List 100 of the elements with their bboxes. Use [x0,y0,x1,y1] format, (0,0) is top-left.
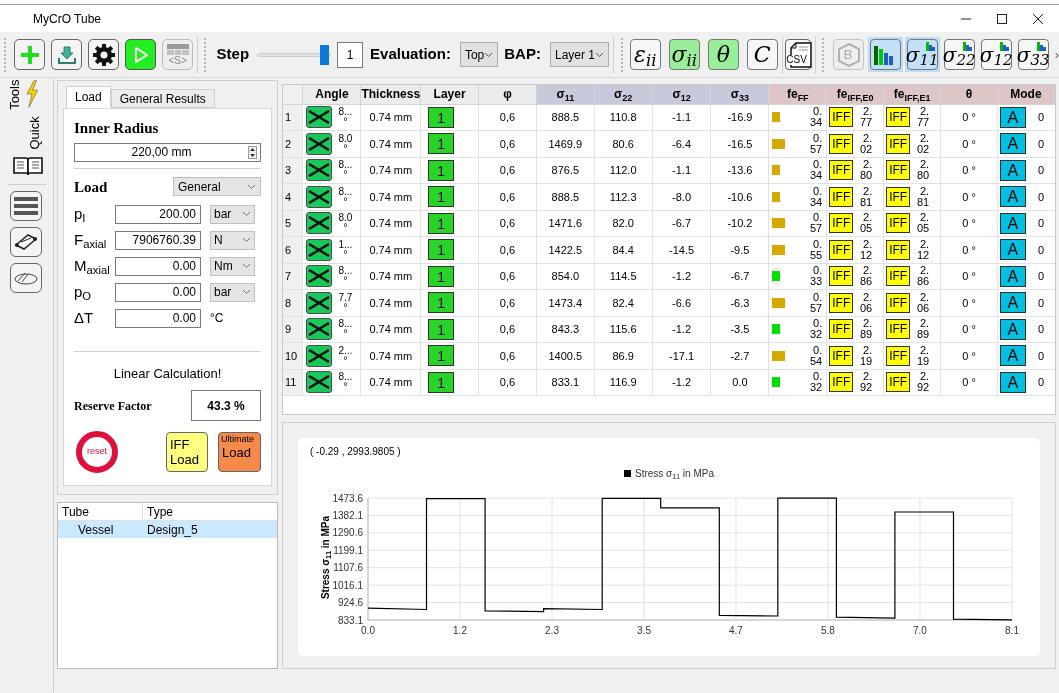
table-cell: 0.57 [809,212,823,235]
table-cell: 0.34 [809,159,823,182]
layer-button[interactable]: 1 [428,133,455,155]
layer-button[interactable]: 1 [428,265,455,287]
layer-button[interactable]: 1 [428,159,455,181]
slider-thumb[interactable] [319,44,329,65]
unit-dropdown[interactable]: bar [210,282,255,302]
layer-button[interactable]: 1 [428,371,455,393]
radius-spinbox[interactable]: 220,00 mm [74,142,261,162]
unit-dropdown[interactable]: bar [210,204,255,224]
bap-dropdown[interactable]: Layer 1 [549,42,609,67]
ultimate-load-button[interactable]: Ultimate Load [218,432,261,472]
layer-button[interactable]: 1 [428,212,455,234]
chart-button[interactable] [869,39,901,70]
table-cell: 1422.5 [536,236,595,263]
evaluation-label: Evaluation: [370,44,451,65]
mode-button[interactable]: A [999,318,1026,340]
input-field[interactable]: 0.00 [115,256,201,276]
angle-button[interactable] [306,185,333,208]
bar-chart-icon [999,42,1009,51]
mode-button[interactable]: A [999,345,1026,367]
iff-load-button[interactable]: IFF Load [166,432,208,472]
unit-dropdown[interactable]: Nm [210,256,255,276]
quick-tools-label[interactable]: Tools [6,79,22,120]
angle-button[interactable] [306,106,333,129]
angle-button[interactable] [306,344,333,367]
angle-button[interactable] [306,132,333,155]
view-toggle-button[interactable]: σ$_{ii}$ [668,39,700,70]
input-field[interactable]: 7906760.39 [115,230,201,250]
table-cell: 843.3 [536,316,595,343]
iff-badge: IFF [829,239,854,260]
mode-button[interactable]: A [999,186,1026,208]
table-cell: -6.7 [652,210,711,237]
table-cell: 2.06 [916,291,930,314]
layer-button[interactable]: 1 [428,345,455,367]
table-cell: 0.74 mm [360,289,421,316]
download-button[interactable] [51,39,83,70]
input-field[interactable]: 0.00 [115,308,201,328]
maximize-icon[interactable] [995,11,1009,26]
stress-button[interactable]: σ$_{33}$ [1017,39,1049,70]
mode-button[interactable]: A [999,239,1026,261]
view-toggle-button[interactable]: ε$_{ii}$ [629,39,661,70]
stress-button[interactable]: σ$_{22}$ [943,39,975,70]
view-toggle-button[interactable]: C [746,39,778,70]
add-button[interactable] [14,39,46,70]
column-header: σ$_{33}$ [711,85,769,104]
mode-button[interactable]: A [999,133,1026,155]
angle-button[interactable] [306,291,333,314]
table-cell: 115.6 [594,316,653,343]
iff-badge: IFF [829,319,854,340]
mode-button[interactable]: A [999,371,1026,393]
step-field[interactable]: 1 [337,41,364,68]
table-cell: 0.55 [809,238,823,261]
settings-button[interactable] [88,39,120,70]
layer-button[interactable]: 1 [428,239,455,261]
csv-export-button[interactable]: CSV [785,39,811,70]
angle-button[interactable] [306,159,333,182]
iff-badge: IFF [886,266,911,287]
table-cell: 833.1 [536,369,595,396]
layer-button[interactable]: 1 [428,186,455,208]
angle-button[interactable] [306,318,333,341]
input-field[interactable]: 0.00 [115,282,201,302]
iff-badge: IFF [886,292,911,313]
legend-label: Stress σ$_{11}$ in MPa [635,467,714,481]
stress-button[interactable]: σ$_{12}$ [980,39,1012,70]
pipe-button[interactable] [10,263,42,293]
mode-button[interactable]: A [999,212,1026,234]
iff-badge: IFF [886,319,911,340]
layer-button[interactable]: 1 [428,106,455,128]
view-toggle-button[interactable]: θ [707,39,739,70]
angle-button[interactable] [306,265,333,288]
angle-value: 8... ° [338,186,353,207]
tab[interactable]: General Results [110,89,215,108]
tube-button[interactable] [10,227,42,257]
angle-button[interactable] [306,212,333,235]
status-text: Linear Calculation! [112,364,223,383]
angle-button[interactable] [306,371,333,394]
table-cell: 876.5 [536,157,595,184]
mode-button[interactable]: A [999,106,1026,128]
tab[interactable]: Load [66,86,111,108]
iff-badge: IFF [829,160,854,181]
table-cell: 2.02 [916,132,930,155]
quick-tools-label[interactable]: Quick [26,109,42,150]
layer-button[interactable]: 1 [428,318,455,340]
angle-button[interactable] [306,238,333,261]
close-icon[interactable] [1031,11,1045,26]
mode-button[interactable]: A [999,265,1026,287]
overflow-arrow[interactable]: › [1054,44,1059,65]
load-type-dropdown[interactable]: General [173,177,261,197]
unit-dropdown[interactable]: N [210,230,255,250]
layers-button[interactable] [10,191,42,221]
mode-button[interactable]: A [999,292,1026,314]
reset-button[interactable]: reset [76,431,118,473]
evaluation-dropdown[interactable]: Top [459,42,499,67]
play-button[interactable] [125,39,157,70]
mode-button[interactable]: A [999,159,1026,181]
tree-row[interactable]: Vessel Design_5 [58,521,277,538]
stress-button[interactable]: σ$_{11}$ [906,39,938,70]
layer-button[interactable]: 1 [428,292,455,314]
input-field[interactable]: 200.00 [115,204,201,224]
